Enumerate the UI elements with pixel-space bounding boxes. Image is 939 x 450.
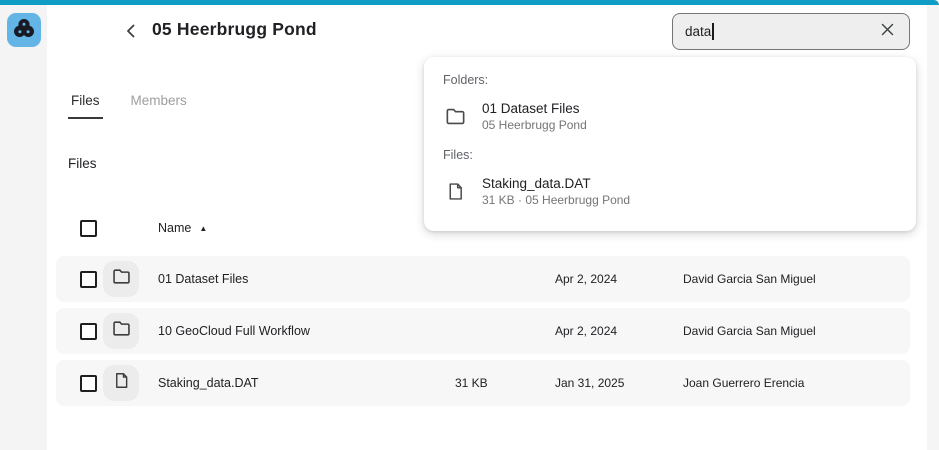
file-owner: David Garcia San Miguel (683, 324, 910, 338)
file-owner: Joan Guerrero Erencia (683, 376, 910, 390)
file-name: 10 GeoCloud Full Workflow (139, 324, 455, 338)
row-checkbox[interactable] (80, 323, 97, 340)
column-label: Name (158, 221, 191, 235)
back-button[interactable] (118, 20, 144, 46)
row-icon-chip (103, 313, 139, 349)
tab-members[interactable]: Members (128, 89, 190, 119)
row-checkbox[interactable] (80, 271, 97, 288)
file-list: 01 Dataset Files Apr 2, 2024 David Garci… (56, 256, 910, 412)
search-result-file[interactable]: Staking_data.DAT 31 KB · 05 Heerbrugg Po… (424, 166, 916, 217)
text-caret (712, 23, 714, 40)
tab-bar: Files Members (68, 89, 190, 119)
file-name: Staking_data.DAT (139, 376, 455, 390)
app-sidebar (0, 5, 47, 450)
search-value: data (685, 24, 711, 39)
folder-icon (111, 318, 132, 344)
right-gutter (927, 5, 939, 450)
file-name: 01 Dataset Files (139, 272, 455, 286)
search-input[interactable]: data (672, 13, 910, 50)
main-content: 05 Heerbrugg Pond data Folders: 01 Datas… (47, 5, 927, 450)
dropdown-section-label-folders: Folders: (424, 67, 916, 91)
files-section-title: Files (68, 156, 97, 171)
file-date: Apr 2, 2024 (555, 272, 683, 286)
accent-topbar (0, 0, 939, 5)
file-date: Apr 2, 2024 (555, 324, 683, 338)
file-icon (443, 180, 467, 204)
row-icon-chip (103, 365, 139, 401)
table-row[interactable]: 01 Dataset Files Apr 2, 2024 David Garci… (56, 256, 910, 302)
tab-files[interactable]: Files (68, 89, 103, 119)
file-icon (112, 371, 131, 395)
dropdown-section-label-files: Files: (424, 142, 916, 166)
result-title: Staking_data.DAT (482, 175, 630, 192)
result-title: 01 Dataset Files (482, 100, 587, 117)
select-all-checkbox[interactable] (80, 220, 97, 237)
row-checkbox[interactable] (80, 375, 97, 392)
result-subtitle: 31 KB · 05 Heerbrugg Pond (482, 193, 630, 208)
file-size: 31 KB (455, 376, 555, 390)
file-owner: David Garcia San Miguel (683, 272, 910, 286)
folder-icon (443, 105, 467, 129)
close-icon (880, 22, 895, 42)
geocloud-logo-icon (12, 16, 36, 45)
search-results-dropdown: Folders: 01 Dataset Files 05 Heerbrugg P… (424, 57, 916, 231)
file-date: Jan 31, 2025 (555, 376, 683, 390)
folder-icon (111, 266, 132, 292)
chevron-left-icon (122, 22, 140, 45)
page-title: 05 Heerbrugg Pond (152, 19, 317, 40)
search-result-folder[interactable]: 01 Dataset Files 05 Heerbrugg Pond (424, 91, 916, 142)
table-row[interactable]: 10 GeoCloud Full Workflow Apr 2, 2024 Da… (56, 308, 910, 354)
sort-ascending-icon: ▲ (199, 224, 207, 233)
row-icon-chip (103, 261, 139, 297)
table-row[interactable]: Staking_data.DAT 31 KB Jan 31, 2025 Joan… (56, 360, 910, 406)
clear-search-button[interactable] (877, 22, 897, 42)
app-logo[interactable] (7, 13, 41, 47)
column-header-name[interactable]: Name ▲ (139, 221, 455, 235)
result-subtitle: 05 Heerbrugg Pond (482, 118, 587, 133)
